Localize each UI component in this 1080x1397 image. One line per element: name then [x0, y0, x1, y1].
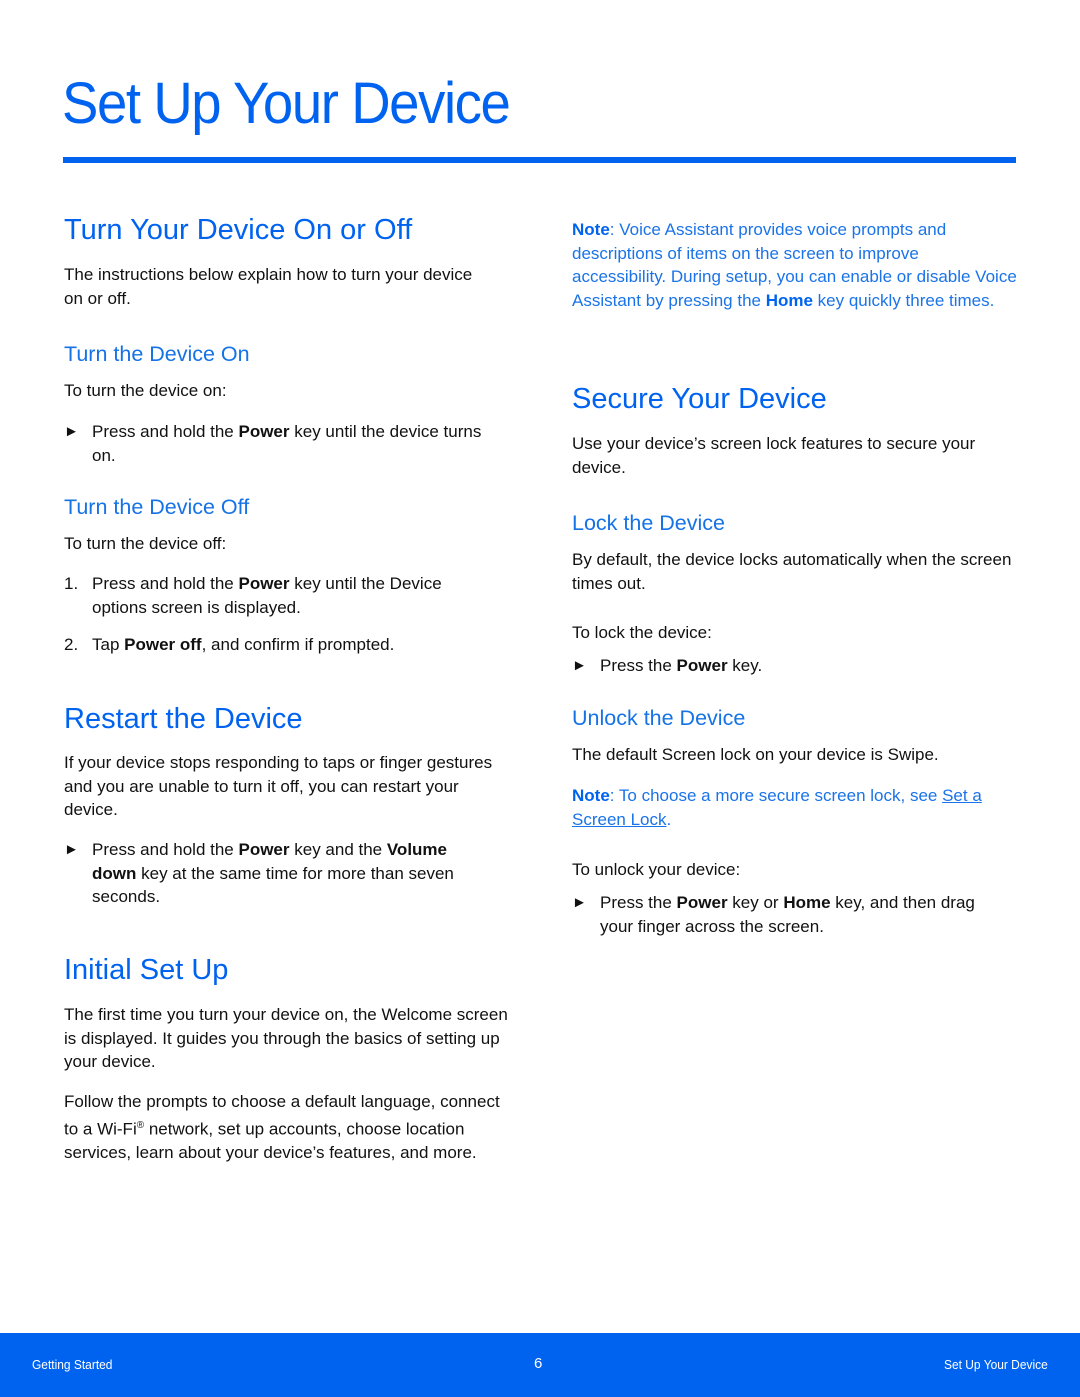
step-number: 2. — [64, 635, 79, 654]
note-label: Note — [572, 220, 610, 239]
text: key or — [727, 893, 784, 912]
text: Press and hold the — [92, 574, 239, 593]
unlock-step: ► Press the Power key or Home key, and th… — [572, 891, 992, 938]
key-name: Power off — [124, 635, 202, 654]
footer-section: Set Up Your Device — [944, 1357, 1048, 1372]
key-name: Power — [238, 574, 290, 593]
turn-on-lead: To turn the device on: — [64, 381, 227, 400]
turn-off-step-1: 1. Press and hold the Power key until the… — [64, 572, 454, 619]
key-name: Home — [765, 290, 813, 310]
footer-chapter: Getting Started — [32, 1357, 113, 1372]
initial-setup-p2: Follow the prompts to choose a default l… — [64, 1090, 509, 1164]
subheading-unlock: Unlock the Device — [572, 706, 746, 730]
secure-intro: Use your device’s screen lock features t… — [572, 434, 976, 477]
text: Tap — [92, 635, 125, 654]
text: Press and hold the — [92, 840, 239, 859]
text: , and confirm if prompted. — [201, 635, 395, 654]
restart-intro: If your device stops responding to taps … — [64, 753, 493, 819]
screen-lock-note: Note: To choose a more secure screen loc… — [572, 784, 992, 831]
text: . — [666, 809, 672, 829]
key-name: Power — [676, 893, 728, 912]
arrow-bullet-icon: ► — [572, 894, 587, 911]
section-heading-secure: Secure Your Device — [572, 383, 827, 415]
text: Press the — [600, 893, 677, 912]
key-name: Power — [676, 656, 728, 675]
restart-step: ► Press and hold the Power key and the Vo… — [64, 838, 484, 909]
unlock-paragraph: The default Screen lock on your device i… — [572, 745, 939, 764]
text: Press and hold the — [92, 422, 239, 441]
title-rule — [63, 157, 1016, 163]
section-heading-initial-setup: Initial Set Up — [64, 954, 229, 986]
voice-assistant-note: Note: Voice Assistant provides voice pro… — [572, 218, 1017, 312]
note-label: Note — [572, 786, 610, 805]
lock-step: ► Press the Power key. — [572, 654, 1022, 678]
arrow-bullet-icon: ► — [64, 423, 79, 440]
turn-off-lead: To turn the device off: — [64, 534, 227, 553]
lock-paragraph: By default, the device locks automatical… — [572, 550, 1012, 593]
registered-mark: ® — [136, 1119, 145, 1131]
key-name: Power — [238, 840, 290, 859]
text: key at the same time for more than seven… — [92, 863, 454, 907]
subheading-turn-on: Turn the Device On — [64, 342, 250, 366]
key-name: Power — [238, 422, 290, 441]
text: key quickly three times. — [812, 290, 995, 310]
page-footer: Getting Started 6 Set Up Your Device — [0, 1333, 1080, 1397]
key-name: Home — [783, 893, 831, 912]
arrow-bullet-icon: ► — [64, 841, 79, 858]
text: key. — [727, 656, 763, 675]
lock-lead: To lock the device: — [572, 623, 712, 642]
turn-off-step-2: 2. Tap Power off, and confirm if prompted… — [64, 633, 514, 657]
text: Press the — [600, 656, 677, 675]
subheading-turn-off: Turn the Device Off — [64, 495, 250, 519]
text: : To choose a more secure screen lock, s… — [609, 786, 943, 805]
turn-on-off-intro: The instructions below explain how to tu… — [64, 265, 473, 308]
section-heading-turn-on-off: Turn Your Device On or Off — [64, 214, 413, 246]
turn-on-step: ► Press and hold the Power key until the … — [64, 420, 494, 467]
subheading-lock: Lock the Device — [572, 511, 725, 535]
page-title: Set Up Your Device — [62, 71, 511, 136]
unlock-lead: To unlock your device: — [572, 860, 741, 879]
page-number: 6 — [534, 1355, 543, 1372]
initial-setup-p1: The first time you turn your device on, … — [64, 1005, 508, 1071]
text: key and the — [289, 840, 387, 859]
arrow-bullet-icon: ► — [572, 657, 587, 674]
step-number: 1. — [64, 574, 79, 593]
section-heading-restart: Restart the Device — [64, 703, 303, 735]
